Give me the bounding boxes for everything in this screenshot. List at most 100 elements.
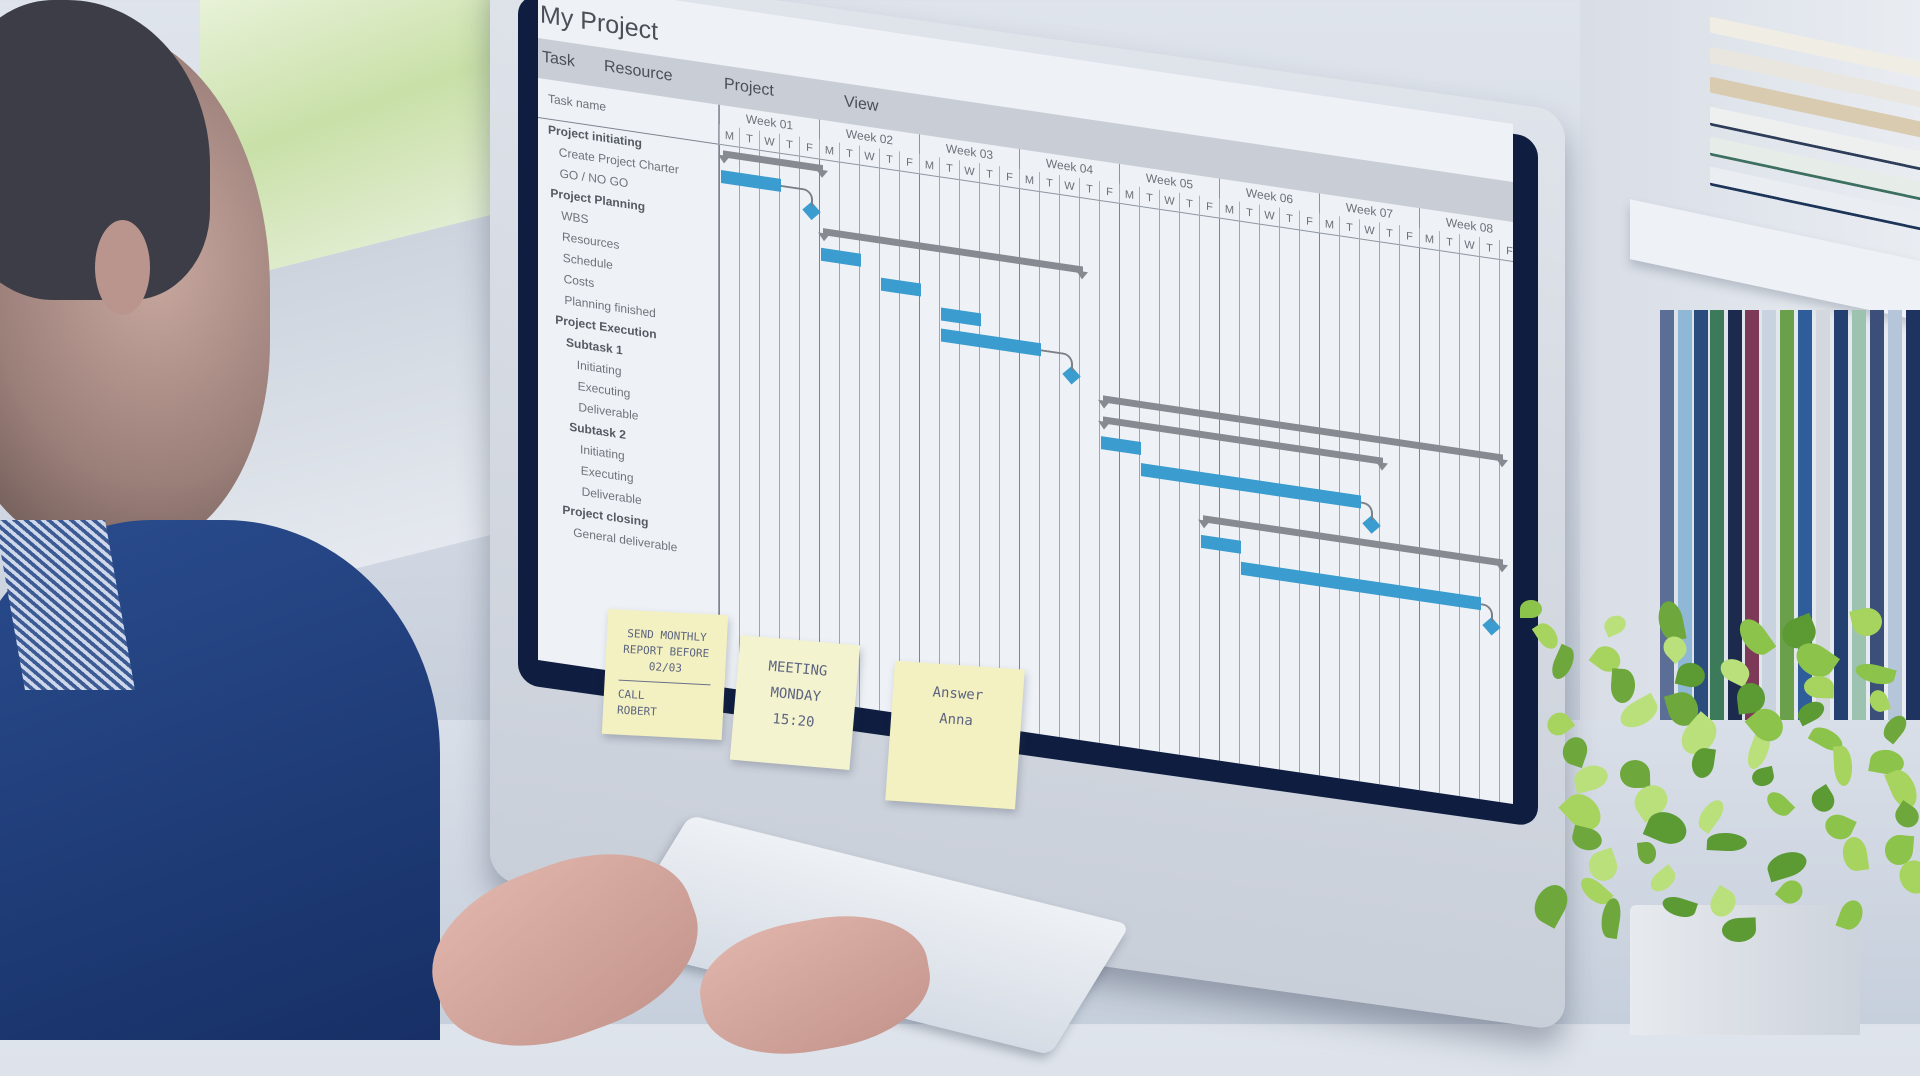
task-bar[interactable] [1201,534,1241,554]
grid-line [1139,206,1140,767]
grid-line [1299,230,1300,791]
day-header: T [1079,177,1099,201]
grid-line [1479,256,1480,804]
task-bar[interactable] [941,328,1041,357]
app-title: My Project [540,0,659,46]
grid-line [819,159,820,720]
dependency-arrow [1361,501,1373,521]
grid-line [1499,259,1500,804]
person [0,0,520,1040]
grid-line [1439,251,1440,804]
day-header: W [1459,234,1479,257]
day-header: W [1359,219,1379,243]
plant-leaf [1520,600,1542,618]
grid-line [1119,203,1120,764]
grid-line [879,168,880,729]
day-header: F [1299,210,1319,234]
grid-line [1359,239,1360,800]
day-header: W [1259,204,1279,228]
day-header: T [1439,231,1459,255]
day-header: W [1159,189,1179,213]
day-header: M [1319,213,1339,237]
grid-line [759,150,760,711]
grid-line [1059,194,1060,756]
day-header: M [1219,198,1239,222]
grid-line [959,180,960,741]
summary-bar[interactable] [823,228,1083,274]
grid-line [1399,245,1400,804]
grid-line [1339,236,1340,797]
task-bar[interactable] [1141,463,1361,509]
task-bar[interactable] [721,170,781,192]
plant-leaf [1619,759,1651,789]
grid-line [1219,218,1220,779]
dependency-arrow [781,184,813,207]
grid-line [999,186,1000,747]
task-bar[interactable] [881,277,921,297]
grid-line [979,183,980,744]
task-bar[interactable] [941,307,981,327]
grid-line [739,147,740,708]
day-header: M [919,154,939,178]
grid-line [1319,233,1320,794]
grid-line [859,165,860,726]
day-header: M [719,124,739,148]
summary-bar[interactable] [1103,416,1383,465]
grid-line [779,153,780,714]
day-header: M [1119,183,1139,207]
grid-line [1239,221,1240,782]
grid-line [939,177,940,738]
dependency-arrow [1481,603,1493,623]
sticky-note: SEND MONTHLY REPORT BEFORE 02/03 CALL ROBERT [601,608,729,741]
task-bar[interactable] [821,247,861,267]
grid-line [1279,227,1280,788]
day-header: T [1379,222,1399,246]
grid-line [839,162,840,723]
grid-line [1379,242,1380,803]
grid-line [1459,254,1460,804]
day-header: T [939,157,959,181]
day-header: T [879,148,899,172]
day-header: T [1479,236,1499,260]
day-header: F [1099,180,1119,204]
day-header: T [779,133,799,157]
summary-bar[interactable] [1203,515,1503,567]
day-header: M [1419,228,1439,252]
day-header: F [999,166,1019,190]
day-header: F [1499,239,1513,263]
task-bar[interactable] [1241,561,1481,611]
task-bar[interactable] [1101,436,1141,456]
day-header: F [799,136,819,160]
day-header: T [839,142,859,166]
day-header: T [1239,201,1259,225]
grid-line [1019,189,1020,750]
day-header: F [899,151,919,175]
day-header: W [959,160,979,184]
grid-line [1079,197,1080,759]
day-header: W [859,145,879,169]
grid-line [799,156,800,717]
day-header: W [1059,174,1079,198]
grid-line [1099,200,1100,761]
grid-line [1179,212,1180,773]
day-header: T [1339,216,1359,240]
grid-line [1159,209,1160,770]
sticky-note: MEETING MONDAY 15:20 [729,635,861,770]
grid-line [1199,215,1200,776]
day-header: F [1399,225,1419,249]
task-rows: Project initiating Create Project Charter… [538,118,718,565]
day-header: T [1039,171,1059,195]
day-header: F [1199,195,1219,219]
grid-line [899,171,900,732]
dependency-arrow [1041,349,1073,372]
day-header: T [739,127,759,151]
plant-leaf [1803,675,1835,699]
grid-line [1259,224,1260,785]
sticky-note: Answer Anna [885,660,1025,810]
note-divider [618,679,711,686]
day-header: M [819,139,839,163]
day-header: T [1279,207,1299,231]
day-header: M [1019,169,1039,192]
day-header: T [979,163,999,187]
day-header: T [1179,192,1199,216]
